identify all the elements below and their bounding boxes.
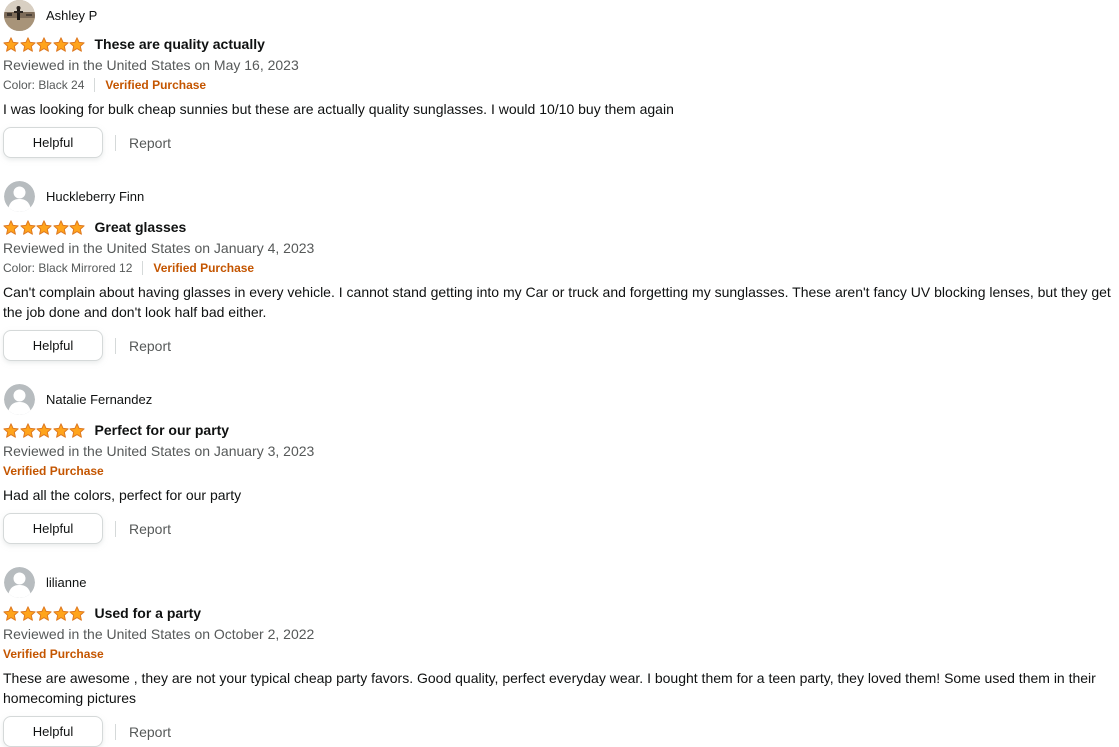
star-rating[interactable] [3, 36, 86, 52]
review-date: Reviewed in the United States on January… [3, 443, 315, 459]
star-icon [69, 605, 85, 621]
star-icon [3, 219, 19, 235]
review-actions: Helpful Report [3, 330, 171, 361]
report-link[interactable]: Report [129, 521, 171, 537]
reviewer-profile[interactable]: Ashley P [4, 0, 97, 31]
reviewer-name: Huckleberry Finn [46, 189, 145, 204]
review-title-row: Great glasses [3, 217, 186, 237]
star-rating[interactable] [3, 219, 86, 235]
verified-purchase-badge: Verified Purchase [105, 78, 207, 92]
star-icon [69, 219, 85, 235]
review-meta: Color: Black Mirrored 12 Verified Purcha… [3, 261, 254, 275]
star-icon [3, 422, 19, 438]
verified-purchase-badge: Verified Purchase [3, 647, 104, 661]
review-date: Reviewed in the United States on October… [3, 626, 315, 642]
review-meta: Color: Black 24 Verified Purchase [3, 78, 206, 92]
reviewer-profile[interactable]: Huckleberry Finn [4, 181, 144, 212]
star-icon [69, 422, 85, 438]
star-icon [52, 422, 69, 438]
review-title-row: Perfect for our party [3, 420, 229, 440]
action-divider [115, 520, 116, 537]
star-icon [3, 36, 19, 52]
reviewer-avatar-photo [4, 0, 35, 31]
default-user-icon [4, 567, 35, 598]
star-icon [19, 219, 36, 235]
action-divider [115, 134, 116, 151]
reviewer-name: Natalie Fernandez [46, 392, 153, 407]
review-title-row: Used for a party [3, 603, 201, 623]
star-rating[interactable] [3, 605, 86, 621]
review-actions: Helpful Report [3, 513, 171, 544]
report-link[interactable]: Report [129, 724, 171, 740]
product-variant[interactable]: Color: Black Mirrored 12 [3, 261, 132, 275]
review-title[interactable]: Used for a party [95, 605, 202, 621]
star-icon [36, 36, 52, 52]
review-title[interactable]: Perfect for our party [95, 422, 230, 438]
review-date: Reviewed in the United States on January… [3, 240, 315, 256]
star-icon [52, 605, 69, 621]
review-body: Had all the colors, perfect for our part… [3, 487, 242, 503]
action-divider [115, 337, 116, 354]
meta-divider [94, 78, 96, 92]
star-icon [19, 422, 36, 438]
report-link[interactable]: Report [129, 338, 171, 354]
star-icon [19, 605, 36, 621]
review-title-row: These are quality actually [3, 34, 265, 54]
star-rating[interactable] [3, 422, 86, 438]
review-body: Can't complain about having glasses in e… [3, 284, 1111, 320]
star-icon [36, 605, 52, 621]
reviewer-profile[interactable]: Natalie Fernandez [4, 384, 152, 415]
star-icon [36, 422, 52, 438]
review-actions: Helpful Report [3, 716, 171, 747]
reviewer-profile[interactable]: lilianne [4, 567, 86, 598]
product-variant[interactable]: Color: Black 24 [3, 78, 84, 92]
default-user-icon [4, 384, 35, 415]
star-icon [3, 605, 19, 621]
review-title[interactable]: Great glasses [95, 219, 187, 235]
star-icon [52, 36, 69, 52]
star-icon [52, 219, 69, 235]
review-date: Reviewed in the United States on May 16,… [3, 57, 299, 73]
reviewer-name: lilianne [46, 575, 87, 590]
report-link[interactable]: Report [129, 135, 171, 151]
helpful-button[interactable]: Helpful [3, 716, 103, 747]
default-user-icon [4, 181, 35, 212]
review-meta: Verified Purchase [3, 464, 104, 478]
star-icon [19, 36, 36, 52]
helpful-button[interactable]: Helpful [3, 330, 103, 361]
review-body: I was looking for bulk cheap sunnies but… [3, 101, 674, 117]
star-icon [69, 36, 85, 52]
review-meta: Verified Purchase [3, 647, 104, 661]
helpful-button[interactable]: Helpful [3, 513, 103, 544]
review-body: These are awesome , they are not your ty… [3, 670, 1096, 706]
reviewer-name: Ashley P [46, 8, 98, 23]
helpful-button[interactable]: Helpful [3, 127, 103, 158]
action-divider [115, 723, 116, 740]
star-icon [36, 219, 52, 235]
verified-purchase-badge: Verified Purchase [153, 261, 255, 275]
verified-purchase-badge: Verified Purchase [3, 464, 104, 478]
review-actions: Helpful Report [3, 127, 171, 158]
review-title[interactable]: These are quality actually [95, 36, 265, 52]
meta-divider [142, 261, 144, 275]
